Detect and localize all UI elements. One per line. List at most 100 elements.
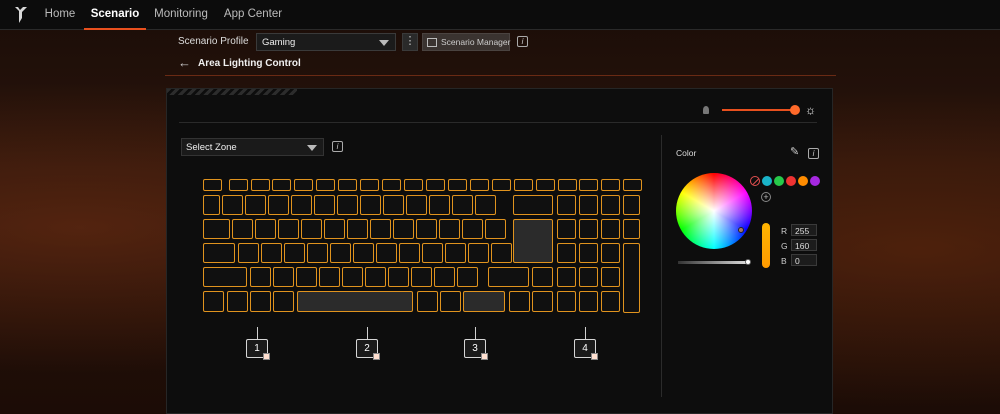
keyboard-key[interactable] (422, 243, 443, 263)
keyboard-key[interactable] (557, 267, 576, 287)
add-swatch-icon[interactable]: + (761, 192, 771, 202)
scenario-manager-button[interactable]: Scenario Manager (422, 33, 510, 51)
zone-4-button[interactable]: 4 (574, 339, 598, 360)
keyboard-key[interactable] (404, 179, 423, 191)
keyboard-key[interactable] (448, 179, 467, 191)
keyboard-key[interactable] (297, 291, 413, 312)
keyboard-key[interactable] (203, 179, 222, 191)
keyboard-key[interactable] (360, 195, 381, 215)
keyboard-key[interactable] (532, 267, 553, 287)
predator-logo-icon[interactable] (14, 6, 28, 24)
preset-swatch-purple[interactable] (810, 176, 820, 186)
keyboard-key[interactable] (251, 179, 270, 191)
keyboard-key[interactable] (296, 267, 317, 287)
keyboard-key[interactable] (492, 179, 511, 191)
back-arrow-icon[interactable]: ← (178, 56, 191, 70)
keyboard-key[interactable] (485, 219, 506, 239)
keyboard-key[interactable] (250, 267, 271, 287)
zone-2-button[interactable]: 2 (356, 339, 380, 360)
nav-scenario[interactable]: Scenario (84, 0, 146, 30)
keyboard-key[interactable] (514, 179, 533, 191)
brightness-color-slider-thumb[interactable] (745, 259, 751, 265)
keyboard-key[interactable] (463, 291, 505, 312)
keyboard-key[interactable] (222, 195, 243, 215)
zone-1-button[interactable]: 1 (246, 339, 270, 360)
keyboard-key[interactable] (316, 179, 335, 191)
zone-3-button[interactable]: 3 (464, 339, 488, 360)
keyboard-key[interactable] (491, 243, 512, 263)
keyboard-key[interactable] (509, 291, 530, 312)
keyboard-key[interactable] (601, 219, 620, 239)
keyboard-key[interactable] (268, 195, 289, 215)
keyboard-key[interactable] (623, 243, 640, 313)
keyboard-key[interactable] (399, 243, 420, 263)
keyboard-key[interactable] (416, 219, 437, 239)
keyboard-key[interactable] (440, 291, 461, 312)
keyboard-key[interactable] (301, 219, 322, 239)
keyboard-key[interactable] (411, 267, 432, 287)
keyboard-key[interactable] (601, 291, 620, 312)
keyboard-key[interactable] (229, 179, 248, 191)
keyboard-key[interactable] (513, 219, 553, 263)
keyboard-key[interactable] (324, 219, 345, 239)
color-wheel[interactable] (676, 173, 752, 249)
keyboard-key[interactable] (557, 243, 576, 263)
keyboard-key[interactable] (457, 267, 478, 287)
keyboard-key[interactable] (319, 267, 340, 287)
keyboard-key[interactable] (513, 195, 553, 215)
brightness-color-slider[interactable] (678, 261, 748, 264)
more-options-button[interactable]: ⋮ (402, 33, 418, 51)
keyboard-key[interactable] (601, 243, 620, 263)
keyboard-key[interactable] (623, 195, 640, 215)
keyboard-key[interactable] (601, 267, 620, 287)
keyboard-key[interactable] (623, 179, 642, 191)
keyboard-key[interactable] (227, 291, 248, 312)
keyboard-key[interactable] (250, 291, 271, 312)
keyboard-key[interactable] (203, 219, 230, 239)
keyboard-key[interactable] (475, 195, 496, 215)
keyboard-key[interactable] (291, 195, 312, 215)
brightness-slider-thumb[interactable] (790, 105, 800, 115)
keyboard-key[interactable] (376, 243, 397, 263)
preset-swatch-orange[interactable] (798, 176, 808, 186)
keyboard-key[interactable] (278, 219, 299, 239)
keyboard-key[interactable] (557, 219, 576, 239)
keyboard-key[interactable] (284, 243, 305, 263)
b-input[interactable]: 0 (791, 254, 817, 266)
keyboard-key[interactable] (383, 195, 404, 215)
keyboard-key[interactable] (470, 179, 489, 191)
keyboard-key[interactable] (370, 219, 391, 239)
keyboard-key[interactable] (452, 195, 473, 215)
info-icon[interactable]: i (808, 148, 819, 159)
preset-swatch-red[interactable] (786, 176, 796, 186)
keyboard-key[interactable] (417, 291, 438, 312)
keyboard-key[interactable] (393, 219, 414, 239)
keyboard-key[interactable] (338, 179, 357, 191)
profile-dropdown[interactable]: Gaming (256, 33, 396, 51)
eyedropper-icon[interactable]: ✎ (790, 146, 799, 158)
keyboard-key[interactable] (439, 219, 460, 239)
keyboard-key[interactable] (557, 291, 576, 312)
keyboard-key[interactable] (532, 291, 553, 312)
keyboard-key[interactable] (272, 179, 291, 191)
keyboard-key[interactable] (558, 179, 577, 191)
keyboard-key[interactable] (203, 243, 235, 263)
keyboard-key[interactable] (406, 195, 427, 215)
keyboard-key[interactable] (536, 179, 555, 191)
keyboard-key[interactable] (273, 267, 294, 287)
keyboard-key[interactable] (579, 179, 598, 191)
keyboard-key[interactable] (347, 219, 368, 239)
keyboard-key[interactable] (261, 243, 282, 263)
keyboard-key[interactable] (462, 219, 483, 239)
keyboard-key[interactable] (579, 243, 598, 263)
no-color-swatch[interactable] (750, 176, 760, 186)
keyboard-key[interactable] (601, 179, 620, 191)
keyboard-key[interactable] (203, 195, 220, 215)
r-input[interactable]: 255 (791, 224, 817, 236)
nav-app-center[interactable]: App Center (220, 0, 286, 30)
keyboard-key[interactable] (232, 219, 253, 239)
keyboard-key[interactable] (382, 179, 401, 191)
keyboard-key[interactable] (579, 195, 598, 215)
keyboard-key[interactable] (330, 243, 351, 263)
keyboard-key[interactable] (294, 179, 313, 191)
